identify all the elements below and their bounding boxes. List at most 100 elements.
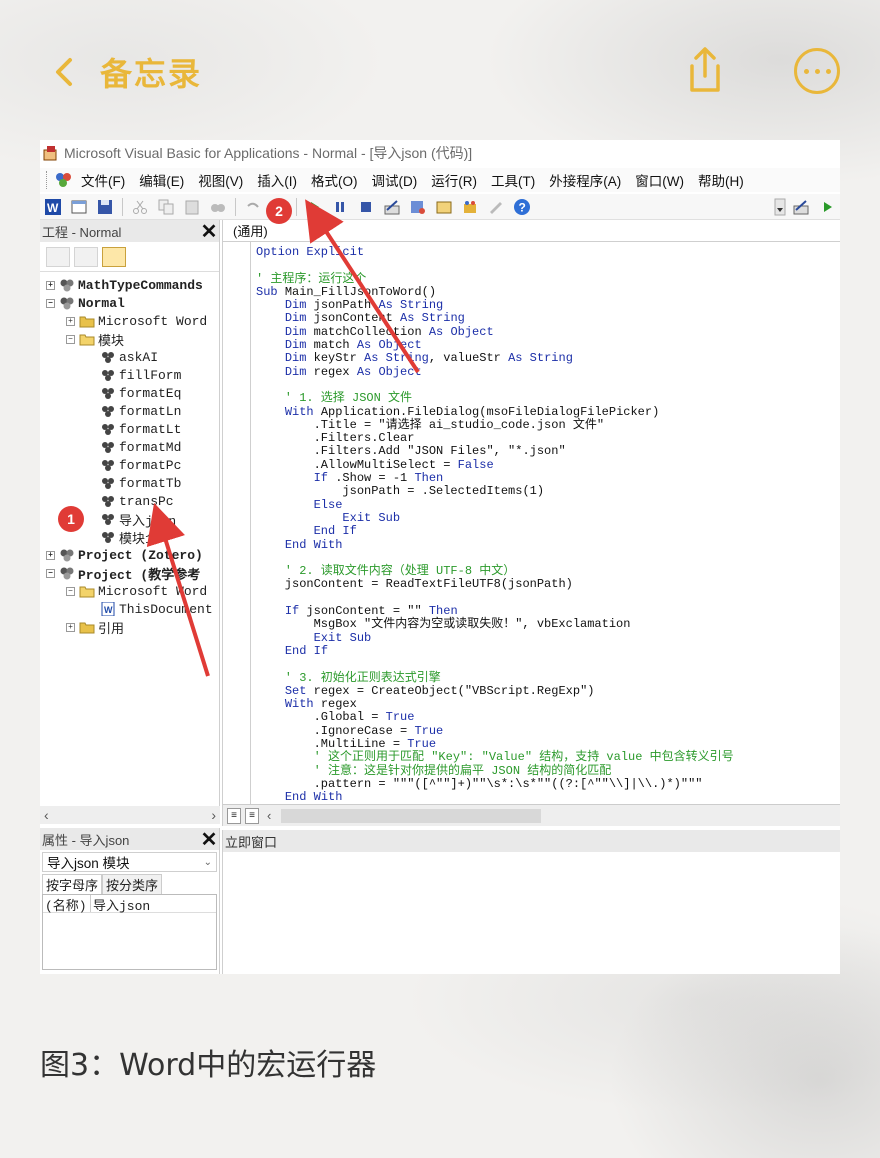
code-line[interactable]: Exit Sub [256,511,836,525]
code-line[interactable]: End If [256,525,836,538]
code-line[interactable]: .IgnoreCase = True [256,724,836,738]
code-line[interactable] [256,259,836,272]
tree-node-modules[interactable]: − 模块 [66,330,124,349]
tree-node-thisdocument[interactable]: W ThisDocument [100,600,213,618]
reset-button[interactable] [355,196,377,218]
collapse-icon[interactable]: − [46,298,55,308]
code-line[interactable]: Dim keyStr As String, valueStr As String [256,352,836,365]
object-select[interactable]: 导入json 模块 ⌄ [42,852,217,872]
code-line[interactable] [256,658,836,671]
break-button[interactable] [329,196,351,218]
tree-node-microsoft-word-objects[interactable]: + Microsoft Word [66,312,207,330]
code-line[interactable]: Dim match As Object [256,338,836,352]
toolbox-button[interactable] [485,196,507,218]
code-line[interactable]: ' 注意：这是针对你提供的扁平 JSON 结构的简化匹配 [256,764,836,778]
code-line[interactable]: Else [256,498,836,512]
design-mode-button-2[interactable] [790,196,812,218]
scroll-left-icon[interactable]: ‹ [267,808,271,823]
code-line[interactable]: Option Explicit [256,245,836,259]
toggle-folders-button[interactable] [102,246,126,267]
code-line[interactable]: ' 主程序：运行这个 [256,272,836,286]
tab-alphabetic[interactable]: 按字母序 [42,874,103,894]
project-hscrollbar[interactable]: ‹ › [40,806,220,824]
find-button[interactable] [207,196,229,218]
scroll-left-icon[interactable]: ‹ [44,807,49,823]
view-code-button[interactable] [46,246,70,267]
code-line[interactable]: Exit Sub [256,631,836,645]
help-button[interactable]: ? [511,196,533,218]
tree-node-module[interactable]: transPc [100,492,174,510]
menu-window[interactable]: 窗口(W) [628,170,691,190]
collapse-icon[interactable]: − [66,334,75,344]
expand-icon[interactable]: + [66,622,75,632]
tree-node-module[interactable]: askAI [100,348,158,366]
menu-file[interactable]: 文件(F) [74,170,132,190]
expand-icon[interactable]: + [46,550,55,560]
back-button[interactable]: 备忘录 [50,50,210,94]
vba-menu-icon[interactable] [54,171,74,189]
project-explorer-button[interactable] [407,196,429,218]
word-view-button[interactable]: W [42,196,64,218]
code-editor[interactable]: Option Explicit ' 主程序：运行这个 Sub Main_FillJs… [223,242,840,804]
code-line[interactable]: Dim regex As Object [256,365,836,379]
run-button-2[interactable] [816,196,838,218]
expand-icon[interactable]: + [46,280,55,290]
tree-node-module[interactable]: formatLt [100,420,181,438]
collapse-icon[interactable]: − [66,586,75,596]
save-button[interactable] [94,196,116,218]
share-button[interactable] [682,44,728,96]
immediate-window[interactable]: 立即窗口 [222,830,840,974]
code-gutter[interactable] [223,242,251,804]
close-icon[interactable]: ✕ [199,221,219,243]
tree-node-module-import-json[interactable]: 导入json [100,510,176,529]
object-combo[interactable]: (通用) [223,220,840,242]
code-line[interactable]: End With [256,791,836,804]
code-line[interactable]: Dim jsonContent As String [256,312,836,325]
toolbar-overflow-button[interactable] [774,196,786,218]
menu-format[interactable]: 格式(O) [304,170,365,190]
code-line[interactable]: .Title = "请选择 ai_studio_code.json 文件" [256,418,836,432]
code-line[interactable]: .pattern = """([^""]+)""\s*:\s*""((?:[^"… [256,777,836,791]
paste-button[interactable] [181,196,203,218]
code-line[interactable]: .Filters.Clear [256,432,836,445]
copy-button[interactable] [155,196,177,218]
object-browser-button[interactable] [459,196,481,218]
menu-addins[interactable]: 外接程序(A) [542,170,628,190]
code-line[interactable]: .AllowMultiSelect = False [256,458,836,472]
code-line[interactable]: .Filters.Add "JSON Files", "*.json" [256,445,836,458]
code-line[interactable]: .Global = True [256,711,836,724]
code-line[interactable]: ' 这个正则用于匹配 "Key": "Value" 结构，支持 value 中包… [256,751,836,764]
menu-debug[interactable]: 调试(D) [365,170,425,190]
menu-edit[interactable]: 编辑(E) [132,170,191,190]
more-button[interactable] [794,48,840,94]
tree-node-module[interactable]: formatMd [100,438,181,456]
code-line[interactable]: If .Show = -1 Then [256,471,836,485]
tree-node-mathtypecommands[interactable]: + MathTypeCommands [46,276,203,294]
properties-button[interactable] [433,196,455,218]
run-button[interactable] [303,196,325,218]
tree-node-module[interactable]: formatLn [100,402,181,420]
tree-node-module[interactable]: formatPc [100,456,181,474]
code-line[interactable]: MsgBox "文件内容为空或读取失败！", vbExclamation [256,618,836,631]
undo-button[interactable] [242,196,264,218]
menu-run[interactable]: 运行(R) [424,170,484,190]
tree-node-project-doc[interactable]: − Project (教学参考 [46,564,200,583]
tab-categorized[interactable]: 按分类序 [102,874,163,894]
code-line[interactable]: Dim jsonPath As String [256,299,836,312]
code-text[interactable]: Option Explicit ' 主程序：运行这个 Sub Main_FillJs… [256,245,836,804]
property-value[interactable]: 导入json [91,895,150,914]
tree-node-microsoft-word-objects-2[interactable]: − Microsoft Word [66,582,207,600]
expand-icon[interactable]: + [66,316,75,326]
tree-node-module[interactable]: 模块1 [100,528,153,547]
close-icon[interactable]: ✕ [199,829,219,851]
menu-view[interactable]: 视图(V) [191,170,250,190]
tree-node-module[interactable]: fillForm [100,366,181,384]
design-mode-button[interactable] [381,196,403,218]
menu-tools[interactable]: 工具(T) [484,170,542,190]
code-line[interactable]: End With [256,538,836,552]
code-hscroll-thumb[interactable] [281,808,542,823]
cut-button[interactable] [129,196,151,218]
property-row[interactable]: (名称) 导入json [43,895,216,914]
tree-node-module[interactable]: formatTb [100,474,181,492]
tree-node-module[interactable]: formatEq [100,384,181,402]
